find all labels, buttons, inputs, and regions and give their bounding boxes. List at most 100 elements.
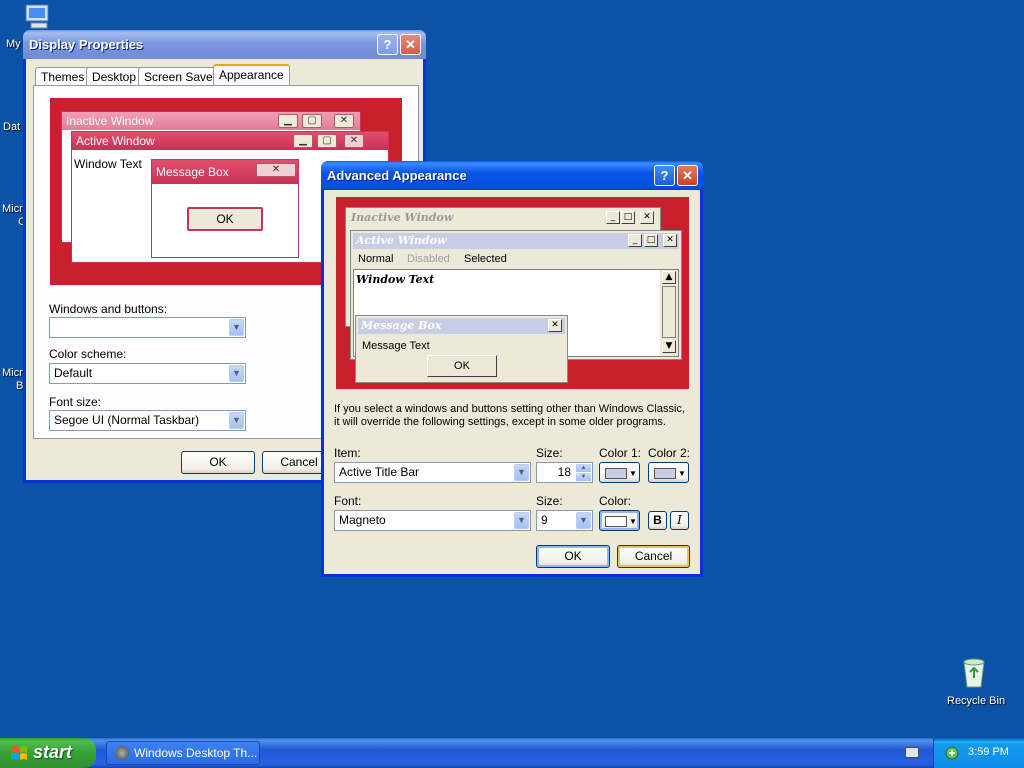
preview-ok-button: OK	[427, 355, 497, 377]
minimize-icon: ▁	[278, 114, 298, 128]
font-size-select[interactable]: Segoe UI (Normal Taskbar) ▼	[49, 410, 246, 431]
app-icon	[115, 746, 129, 760]
spin-up-icon[interactable]: ▲	[576, 464, 591, 472]
color-swatch	[654, 468, 676, 479]
color1-label: Color 1:	[599, 446, 642, 460]
chevron-down-icon: ▼	[629, 469, 637, 478]
close-icon: ✕	[344, 134, 364, 148]
preview-active-title-text: Active Window	[356, 234, 447, 247]
font-size-label: Font size:	[49, 395, 102, 409]
color-scheme-select[interactable]: Default ▼	[49, 363, 246, 384]
chevron-down-icon[interactable]: ▼	[576, 512, 591, 529]
display-properties-titlebar[interactable]: Display Properties ? ✕	[23, 30, 426, 59]
font-select[interactable]: Magneto ▼	[334, 510, 531, 531]
tab-desktop[interactable]: Desktop	[86, 67, 143, 85]
windows-and-buttons-label: Windows and buttons:	[49, 302, 168, 316]
close-icon: ✕	[663, 234, 677, 247]
desktop-icon-label[interactable]: My	[6, 38, 21, 50]
help-button[interactable]: ?	[377, 34, 398, 55]
recycle-bin-icon[interactable]	[957, 656, 991, 690]
minimize-icon: _	[628, 234, 642, 247]
scroll-up-icon: ▲	[662, 271, 676, 284]
close-button[interactable]: ✕	[677, 165, 698, 186]
font-color-picker[interactable]: ▼	[599, 510, 640, 531]
preview-menu-disabled: Disabled	[407, 253, 450, 265]
advanced-appearance-window: Advanced Appearance ? ✕ Inactive Window …	[321, 161, 703, 577]
color-scheme-label: Color scheme:	[49, 347, 127, 361]
preview-message-text: Message Text	[362, 340, 430, 352]
preview-ok-button: OK	[187, 207, 263, 231]
select-value: Magneto	[339, 513, 386, 527]
help-button[interactable]: ?	[654, 165, 675, 186]
keyboard-icon[interactable]	[905, 747, 919, 758]
item-size-label: Size:	[536, 446, 563, 460]
preview-scrollbar: ▲ ▼	[660, 270, 678, 356]
maximize-icon: ▢	[302, 114, 322, 128]
cancel-button[interactable]: Cancel	[617, 545, 690, 568]
recycle-bin-label[interactable]: Recycle Bin	[947, 695, 1005, 707]
chevron-down-icon[interactable]: ▼	[229, 365, 244, 382]
info-text-line1: If you select a windows and buttons sett…	[334, 403, 685, 415]
tab-appearance[interactable]: Appearance	[213, 64, 290, 86]
scroll-thumb	[662, 286, 676, 338]
select-value: 9	[541, 513, 548, 527]
preview-window-text: Window Text	[356, 273, 435, 286]
network-icon[interactable]	[944, 745, 960, 761]
window-title: Display Properties	[29, 37, 144, 52]
color-swatch	[605, 468, 627, 479]
color2-picker[interactable]: ▼	[648, 462, 689, 483]
desktop-icon-label[interactable]: Micr	[2, 367, 23, 379]
info-text-line2: it will override the following settings,…	[334, 416, 666, 428]
start-button[interactable]: start	[0, 738, 96, 768]
select-value: Default	[54, 366, 93, 380]
my-computer-icon[interactable]	[22, 2, 54, 32]
start-label: start	[33, 742, 73, 762]
ok-button[interactable]: OK	[181, 451, 255, 474]
select-value: Active Title Bar	[339, 465, 420, 479]
system-tray: 3:59 PM	[933, 738, 1024, 768]
font-color-label: Color:	[599, 494, 632, 508]
clock[interactable]: 3:59 PM	[968, 746, 1009, 758]
taskbar-item-display-properties[interactable]: Windows Desktop Th...	[106, 741, 260, 765]
preview-active-title: Active Window	[72, 132, 388, 150]
font-label: Font:	[334, 494, 362, 508]
ok-button[interactable]: OK	[536, 545, 610, 568]
italic-button[interactable]: I	[670, 511, 689, 530]
chevron-down-icon[interactable]: ▼	[229, 319, 244, 336]
close-icon: ✕	[256, 163, 296, 177]
font-size-select[interactable]: 9 ▼	[536, 510, 593, 531]
item-size-spinner[interactable]: 18 ▲ ▼	[536, 462, 593, 483]
taskbar-item-label: Windows Desktop Th...	[134, 746, 258, 760]
bold-button[interactable]: B	[648, 511, 667, 530]
chevron-down-icon[interactable]: ▼	[229, 412, 244, 429]
item-select[interactable]: Active Title Bar ▼	[334, 462, 531, 483]
chevron-down-icon[interactable]: ▼	[514, 464, 529, 481]
advanced-preview: Inactive Window _ □ ✕ Active Window _ □ …	[336, 197, 689, 389]
tab-screen-saver[interactable]: Screen Saver	[138, 67, 223, 85]
spin-down-icon[interactable]: ▼	[576, 473, 591, 481]
maximize-icon: □	[621, 211, 635, 224]
color2-label: Color 2:	[648, 446, 691, 460]
chevron-down-icon: ▼	[629, 517, 637, 526]
taskbar: start Windows Desktop Th... 3:59 PM	[0, 738, 1024, 768]
advanced-appearance-titlebar[interactable]: Advanced Appearance ? ✕	[321, 161, 703, 190]
minimize-icon: _	[606, 211, 620, 224]
tab-themes[interactable]: Themes	[35, 67, 91, 85]
font-size-label: Size:	[536, 494, 563, 508]
desktop-icon-label[interactable]: Dat	[3, 121, 20, 133]
preview-menu-normal: Normal	[358, 253, 394, 265]
window-title: Advanced Appearance	[327, 168, 467, 183]
maximize-icon: ▢	[317, 134, 337, 148]
preview-message-box: Message Box ✕ OK	[151, 159, 299, 258]
color-swatch	[605, 516, 627, 527]
close-icon: ✕	[548, 319, 562, 332]
scroll-down-icon: ▼	[662, 340, 676, 353]
preview-menu-selected: Selected	[464, 253, 507, 265]
chevron-down-icon: ▼	[678, 469, 686, 478]
chevron-down-icon[interactable]: ▼	[514, 512, 529, 529]
desktop-icon-label[interactable]: Micr	[2, 203, 23, 215]
windows-and-buttons-select[interactable]: ▼	[49, 317, 246, 338]
color1-picker[interactable]: ▼	[599, 462, 640, 483]
minimize-icon: ▁	[293, 134, 313, 148]
close-button[interactable]: ✕	[400, 34, 421, 55]
